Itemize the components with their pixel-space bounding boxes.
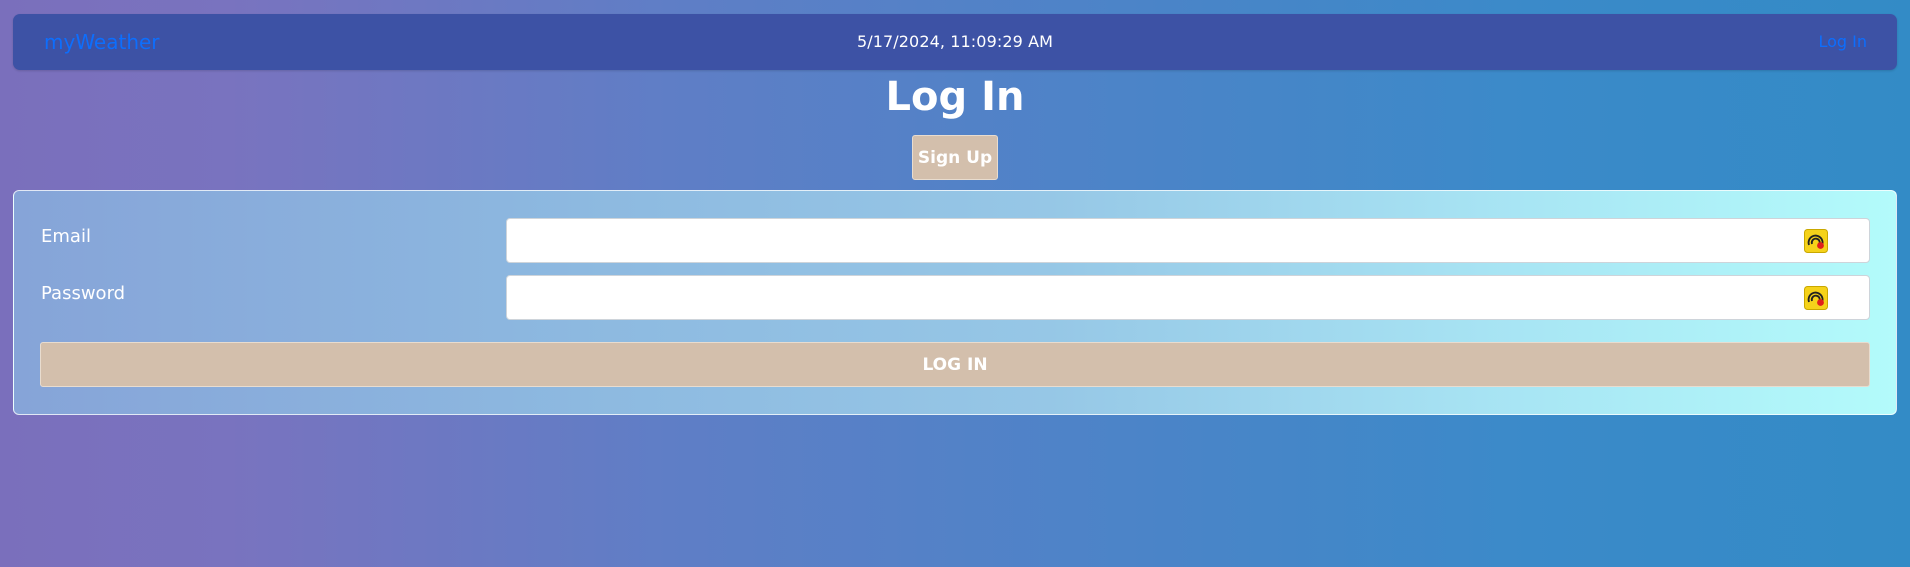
sign-up-button[interactable]: Sign Up bbox=[912, 135, 998, 180]
current-datetime: 5/17/2024, 11:09:29 AM bbox=[856, 32, 1054, 51]
password-label: Password bbox=[41, 283, 126, 304]
password-input[interactable] bbox=[506, 275, 1870, 320]
password-manager-icon[interactable] bbox=[1804, 229, 1828, 253]
password-manager-icon[interactable] bbox=[1804, 286, 1828, 310]
password-field-wrapper bbox=[506, 275, 1870, 320]
login-submit-button[interactable]: LOG IN bbox=[40, 342, 1870, 387]
email-label: Email bbox=[41, 226, 91, 247]
email-field-wrapper bbox=[506, 218, 1870, 263]
email-input[interactable] bbox=[506, 218, 1870, 263]
page-title: Log In bbox=[885, 74, 1025, 120]
login-form: Email Password LOG IN bbox=[13, 190, 1897, 415]
nav-login-link[interactable]: Log In bbox=[1818, 14, 1867, 70]
navbar: myWeather 5/17/2024, 11:09:29 AM Log In bbox=[13, 14, 1897, 70]
